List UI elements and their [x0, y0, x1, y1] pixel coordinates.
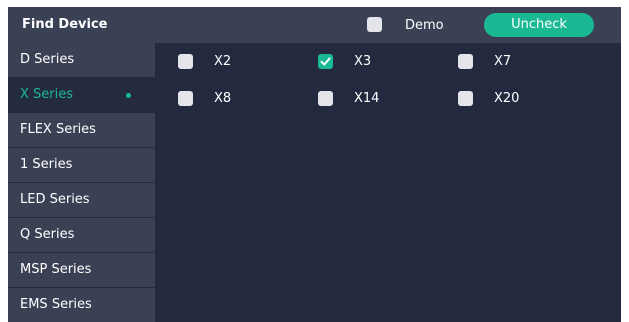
sidebar-item-d-series[interactable]: D Series — [8, 43, 155, 77]
sidebar-item-q-series[interactable]: Q Series — [8, 218, 155, 252]
device-checkbox-box[interactable] — [178, 91, 193, 106]
sidebar-item-label: Q Series — [20, 227, 75, 242]
active-dot-icon — [126, 93, 131, 98]
device-label: X7 — [494, 54, 512, 69]
sidebar-item-label: MSP Series — [20, 262, 92, 277]
sidebar-item-label: LED Series — [20, 192, 90, 207]
demo-checkbox-box[interactable] — [367, 17, 382, 32]
device-label: X14 — [354, 91, 380, 106]
sidebar-item-label: X Series — [20, 87, 74, 102]
sidebar-item-x-series[interactable]: X Series — [8, 78, 155, 112]
sidebar-item-led-series[interactable]: LED Series — [8, 183, 155, 217]
sidebar-item-label: EMS Series — [20, 297, 92, 312]
panel-title: Find Device — [22, 17, 108, 32]
uncheck-button[interactable]: Uncheck — [484, 13, 594, 37]
sidebar-item-flex-series[interactable]: FLEX Series — [8, 113, 155, 147]
device-checkbox-box[interactable] — [178, 54, 193, 69]
find-device-panel: Find Device Demo Uncheck D Series X Seri… — [8, 7, 621, 322]
sidebar-item-1-series[interactable]: 1 Series — [8, 148, 155, 182]
device-label: X20 — [494, 91, 520, 106]
panel-header: Find Device Demo Uncheck — [8, 7, 621, 43]
demo-label: Demo — [405, 18, 444, 33]
device-checkbox-box[interactable] — [458, 91, 473, 106]
sidebar-item-ems-series[interactable]: EMS Series — [8, 288, 155, 322]
sidebar-item-label: D Series — [20, 52, 75, 67]
check-icon — [320, 57, 331, 66]
device-label: X8 — [214, 91, 232, 106]
device-checkbox-box[interactable] — [318, 54, 333, 69]
device-label: X3 — [354, 54, 372, 69]
sidebar-item-label: FLEX Series — [20, 122, 96, 137]
sidebar-item-label: 1 Series — [20, 157, 73, 172]
series-sidebar: D Series X Series FLEX Series 1 Series L… — [8, 43, 155, 322]
device-label: X2 — [214, 54, 232, 69]
device-checkbox-box[interactable] — [318, 91, 333, 106]
device-checkbox-box[interactable] — [458, 54, 473, 69]
sidebar-item-msp-series[interactable]: MSP Series — [8, 253, 155, 287]
